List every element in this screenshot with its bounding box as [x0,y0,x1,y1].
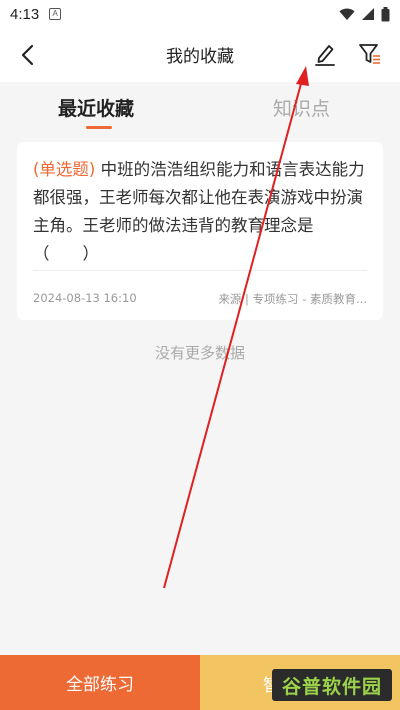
watermark-logo: 谷普软件园 [272,669,392,701]
tab-knowledge-points[interactable]: 知识点 [273,94,330,121]
tab-recent-favorites[interactable]: 最近收藏 [58,94,134,121]
back-arrow-icon[interactable] [16,42,42,68]
practice-all-button[interactable]: 全部练习 [0,655,200,710]
favorite-date: 2024-08-13 16:10 [33,291,137,305]
notification-a-icon: A [49,8,62,20]
question-text: (单选题) 中班的浩浩组织能力和语言表达能力都很强，王老师每次都让他在表演游戏中… [33,156,369,268]
smart-practice-button[interactable]: 智 谷普软件园 [200,655,400,710]
app-bar: 我的收藏 [0,28,400,82]
card-divider [33,270,367,271]
tab-active-indicator [86,126,112,129]
wifi-icon [339,8,355,20]
tab-bar: 最近收藏 知识点 [0,82,400,134]
favorite-question-card[interactable]: (单选题) 中班的浩浩组织能力和语言表达能力都很强，王老师每次都让他在表演游戏中… [17,142,383,320]
signal-icon [362,8,374,20]
question-source: 来源 | 专项练习 - 素质教育... [218,292,367,306]
filter-icon[interactable] [357,41,383,67]
battery-icon [381,6,390,21]
status-icons [339,6,390,22]
no-more-data-text: 没有更多数据 [154,344,245,362]
page-title: 我的收藏 [166,47,234,67]
question-type-label: (单选题) [33,160,96,179]
edit-pencil-icon[interactable] [312,41,338,67]
status-bar: 4:13 A [0,0,400,28]
status-time: 4:13 [10,5,40,23]
bottom-action-bar: 全部练习 智 谷普软件园 [0,655,400,710]
